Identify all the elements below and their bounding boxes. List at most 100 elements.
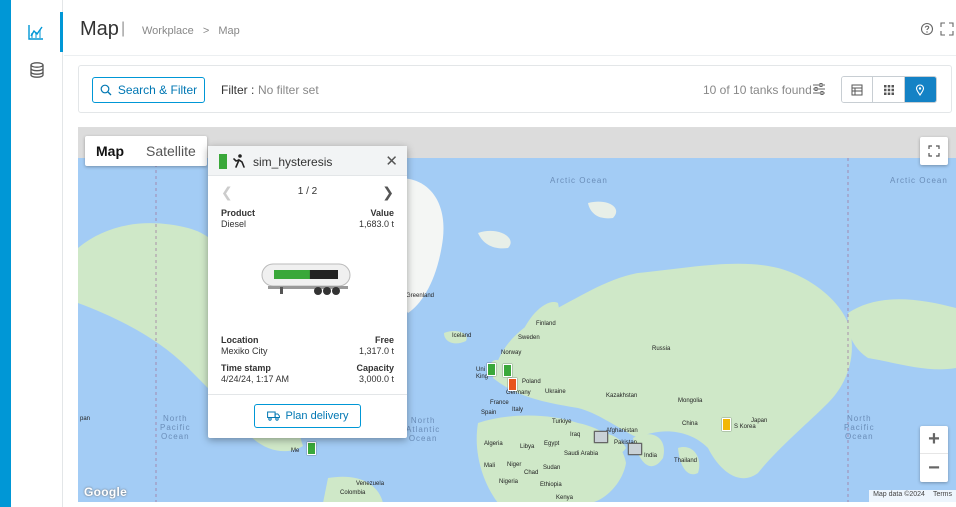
tank-cluster-marker[interactable]: [628, 443, 642, 455]
value-label: Value: [370, 208, 394, 218]
timestamp-field: Time stamp 4/24/24, 1:17 AM: [221, 363, 289, 385]
sidebar-item-chart[interactable]: [11, 12, 63, 52]
place-label: pan: [80, 416, 91, 422]
product-field: Product Diesel: [221, 208, 255, 230]
map-canvas[interactable]: Arctic Ocean Arctic Ocean North Pacific …: [78, 127, 956, 502]
place-label: India: [644, 453, 658, 459]
tank-marker-orange[interactable]: [508, 378, 517, 391]
location-label: Location: [221, 335, 259, 345]
place-label: Egypt: [544, 441, 560, 447]
place-label: China: [682, 421, 698, 427]
place-label: Turkiye: [552, 419, 572, 425]
place-label: Saudi Arabia: [564, 451, 599, 457]
map-data-text: Map data ©2024: [873, 491, 925, 498]
help-icon[interactable]: [920, 22, 934, 36]
fullscreen-icon[interactable]: [940, 22, 954, 36]
map-type-map[interactable]: Map: [85, 136, 135, 166]
ocean-label-north-pacific: North Pacific Ocean: [160, 414, 191, 441]
tank-marker-green[interactable]: [487, 363, 496, 376]
map-fullscreen-button[interactable]: [920, 137, 948, 165]
breadcrumb-map: Map: [218, 25, 240, 37]
place-label: Mongolia: [678, 398, 703, 404]
tank-fill-bar: [274, 270, 310, 279]
place-label: Kazakhstan: [606, 393, 638, 399]
google-logo: Google: [84, 485, 128, 499]
zoom-control: + −: [920, 426, 948, 482]
place-label: Iceland: [452, 333, 472, 339]
close-icon[interactable]: ✕: [385, 152, 398, 170]
map-type-control: Map Satellite: [85, 136, 207, 166]
map-view-button[interactable]: [904, 77, 936, 102]
place-label: Ethiopia: [540, 482, 562, 488]
tank-marker-green[interactable]: [503, 364, 512, 377]
ocean-label-line: Ocean: [408, 434, 438, 443]
page-header: Map | Workplace > Map: [64, 0, 956, 56]
place-label: Russia: [652, 346, 671, 352]
place-label: Sweden: [518, 335, 540, 341]
place-label: Sudan: [543, 465, 561, 471]
map-attribution: Map data ©2024 Terms: [869, 490, 956, 502]
sidebar-item-database[interactable]: [11, 50, 63, 90]
ocean-label-north-pacific-2: North Pacific Ocean: [844, 414, 875, 441]
place-label: S Korea: [734, 424, 756, 430]
timestamp-label: Time stamp: [221, 363, 271, 373]
map-type-satellite[interactable]: Satellite: [135, 136, 207, 166]
location-pin-icon: [916, 83, 925, 96]
place-label: Finland: [536, 321, 556, 327]
ocean-label-line: North: [847, 414, 872, 423]
filter-bar: Search & Filter Filter : No filter set 1…: [78, 65, 952, 113]
fullscreen-icon: [928, 145, 940, 157]
view-switcher: [841, 76, 937, 103]
breadcrumb-workplace[interactable]: Workplace: [142, 25, 194, 37]
place-label: Algeria: [484, 441, 503, 447]
ocean-label-line: Ocean: [844, 432, 874, 441]
ocean-label-line: North: [410, 416, 436, 425]
ocean-label-line: North: [163, 414, 188, 423]
ocean-label-north-atlantic: North Atlantic Ocean: [406, 416, 440, 443]
ocean-label-arctic: Arctic Ocean: [550, 176, 608, 185]
ocean-label-arctic-2: Arctic Ocean: [890, 176, 948, 185]
capacity-field: Capacity 3,000.0 t: [356, 363, 394, 385]
sliders-icon[interactable]: [811, 81, 827, 97]
tank-cluster-marker[interactable]: [594, 431, 608, 443]
page-indicator: 1 / 2: [297, 186, 318, 197]
popup-divider: [208, 394, 407, 395]
ocean-label-line: Atlantic: [406, 425, 441, 434]
tank-marker-yellow[interactable]: [722, 418, 731, 431]
free-label: Free: [374, 335, 394, 345]
table-view-button[interactable]: [842, 77, 874, 102]
table-icon: [851, 84, 863, 95]
tank-fill-indicator: [219, 154, 227, 169]
grid-view-button[interactable]: [873, 77, 905, 102]
location-value: Mexiko City: [221, 346, 268, 356]
place-label: Libya: [520, 444, 535, 450]
product-label: Product: [221, 208, 256, 218]
breadcrumb-separator: >: [202, 25, 210, 37]
search-filter-button[interactable]: Search & Filter: [92, 77, 205, 103]
place-label: Mali: [484, 463, 496, 469]
person-icon: [233, 154, 245, 168]
page-title: Map: [80, 18, 119, 40]
ocean-label-line: Ocean: [160, 432, 190, 441]
terms-link[interactable]: Terms: [933, 491, 952, 501]
plan-delivery-button[interactable]: Plan delivery: [254, 404, 361, 428]
value-field: Value 1,683.0 t: [359, 208, 394, 230]
search-filter-label: Search & Filter: [117, 83, 198, 97]
place-label: Kenya: [556, 495, 574, 501]
place-label: Thailand: [674, 458, 698, 464]
popup-pager: ❮ 1 / 2 ❯: [208, 184, 407, 200]
tanks-found-count: 10 of 10 tanks found: [703, 83, 812, 97]
tank-name: sim_hysteresis: [253, 155, 333, 169]
tank-marker-selected[interactable]: [307, 442, 316, 455]
place-label: Greenland: [406, 293, 435, 299]
timestamp-value: 4/24/24, 1:17 AM: [221, 374, 290, 384]
location-field: Location Mexiko City: [221, 335, 268, 357]
tank-trailer-icon: [261, 263, 351, 295]
chevron-right-icon[interactable]: ❯: [382, 184, 394, 201]
zoom-in-button[interactable]: +: [920, 426, 948, 454]
place-label: Poland: [522, 379, 541, 385]
zoom-out-button[interactable]: −: [920, 454, 948, 482]
chart-icon: [27, 25, 43, 40]
free-field: Free 1,317.0 t: [359, 335, 394, 357]
free-value: 1,317.0 t: [358, 346, 394, 356]
